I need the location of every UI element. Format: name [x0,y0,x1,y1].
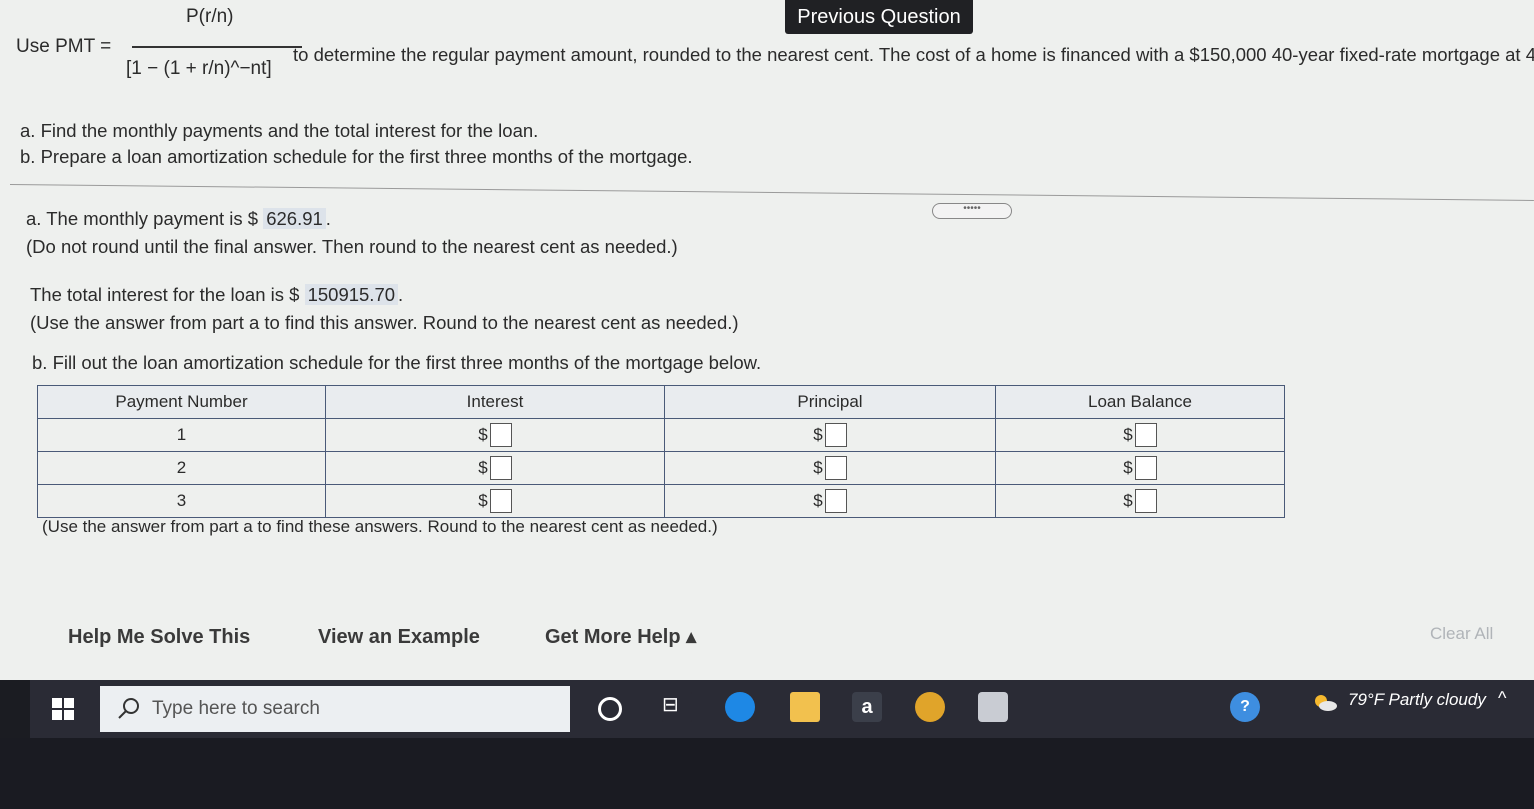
balance-input-2[interactable] [1134,456,1157,480]
question-part-a: a. Find the monthly payments and the tot… [20,120,539,141]
balance-cell: $ [995,418,1285,452]
interest-cell: $ [325,484,665,518]
balance-cell: $ [995,451,1285,485]
principal-input-1[interactable] [824,423,847,447]
balance-cell: $ [995,484,1285,518]
total-interest-note: (Use the answer from part a to find this… [30,312,739,333]
header-principal: Principal [664,385,996,419]
edge-browser-icon[interactable] [725,692,755,722]
amortization-table: Payment Number Interest Principal Loan B… [37,385,1285,518]
monthly-payment-answer: a. The monthly payment is $ 626.91. [26,208,331,229]
total-interest-label: The total interest for the loan is $ [30,284,300,305]
weather-icon [1315,695,1337,711]
total-interest-answer: The total interest for the loan is $ 150… [30,284,404,305]
search-icon [118,698,139,719]
get-more-help-button[interactable]: Get More Help ▴ [545,624,696,649]
task-view-icon[interactable]: ⊟ [662,692,692,722]
principal-input-2[interactable] [824,456,847,480]
principal-cell: $ [664,418,996,452]
formula-denominator: [1 − (1 + r/n)^−nt] [126,58,272,79]
help-me-solve-button[interactable]: Help Me Solve This [68,626,250,649]
table-note: (Use the answer from part a to find thes… [42,517,718,536]
search-placeholder: Type here to search [152,698,320,719]
section-divider [9,184,1534,201]
principal-cell: $ [664,451,996,485]
total-interest-value[interactable]: 150915.70 [304,284,399,305]
payment-number-cell: 2 [37,451,326,485]
formula-label: Use PMT = [16,36,112,57]
help-icon[interactable]: ? [1230,692,1260,722]
show-hidden-icons-chevron-icon[interactable]: ^ [1498,688,1506,709]
question-part-b: b. Prepare a loan amortization schedule … [20,146,693,167]
cortana-icon[interactable] [598,697,622,721]
camera-icon[interactable] [978,692,1008,722]
clear-all-button[interactable]: Clear All [1430,624,1493,644]
principal-input-3[interactable] [824,489,847,513]
expand-handle[interactable]: ••••• [932,203,1012,219]
interest-input-1[interactable] [489,423,512,447]
chrome-icon[interactable] [915,692,945,722]
windows-start-icon[interactable] [52,698,74,720]
interest-cell: $ [325,418,665,452]
monthly-payment-note: (Do not round until the final answer. Th… [26,236,678,257]
previous-question-button[interactable]: Previous Question [785,0,973,34]
monthly-payment-value[interactable]: 626.91 [263,208,326,229]
amazon-icon[interactable]: a [852,692,882,722]
interest-input-3[interactable] [489,489,512,513]
balance-input-1[interactable] [1134,423,1157,447]
file-explorer-icon[interactable] [790,692,820,722]
taskbar: Type here to search ⊟ a ? 79°F Partly cl… [30,680,1534,738]
fraction-bar [132,46,302,48]
balance-input-3[interactable] [1134,489,1157,513]
formula-numerator: P(r/n) [186,6,234,27]
pmt-formula: Use PMT = P(r/n) [1 − (1 + r/n)^−nt] [14,4,304,114]
monthly-payment-label: a. The monthly payment is $ [26,208,259,229]
question-text: to determine the regular payment amount,… [293,44,1534,65]
taskbar-search-input[interactable]: Type here to search [100,686,570,732]
app-window: Previous Question Use PMT = P(r/n) [1 − … [0,0,1534,680]
monitor-bezel [0,738,1534,809]
principal-cell: $ [664,484,996,518]
table-row: 1 $ $ $ [37,418,1285,452]
table-header-row: Payment Number Interest Principal Loan B… [37,385,1285,419]
interest-cell: $ [325,451,665,485]
header-loan-balance: Loan Balance [995,385,1285,419]
table-row: 3 $ $ $ [37,484,1285,518]
table-row: 2 $ $ $ [37,451,1285,485]
payment-number-cell: 1 [37,418,326,452]
part-b-prompt: b. Fill out the loan amortization schedu… [32,352,762,373]
header-payment-number: Payment Number [37,385,326,419]
view-example-button[interactable]: View an Example [318,626,480,649]
weather-text: 79°F Partly cloudy [1348,690,1486,709]
interest-input-2[interactable] [489,456,512,480]
payment-number-cell: 3 [37,484,326,518]
header-interest: Interest [325,385,665,419]
